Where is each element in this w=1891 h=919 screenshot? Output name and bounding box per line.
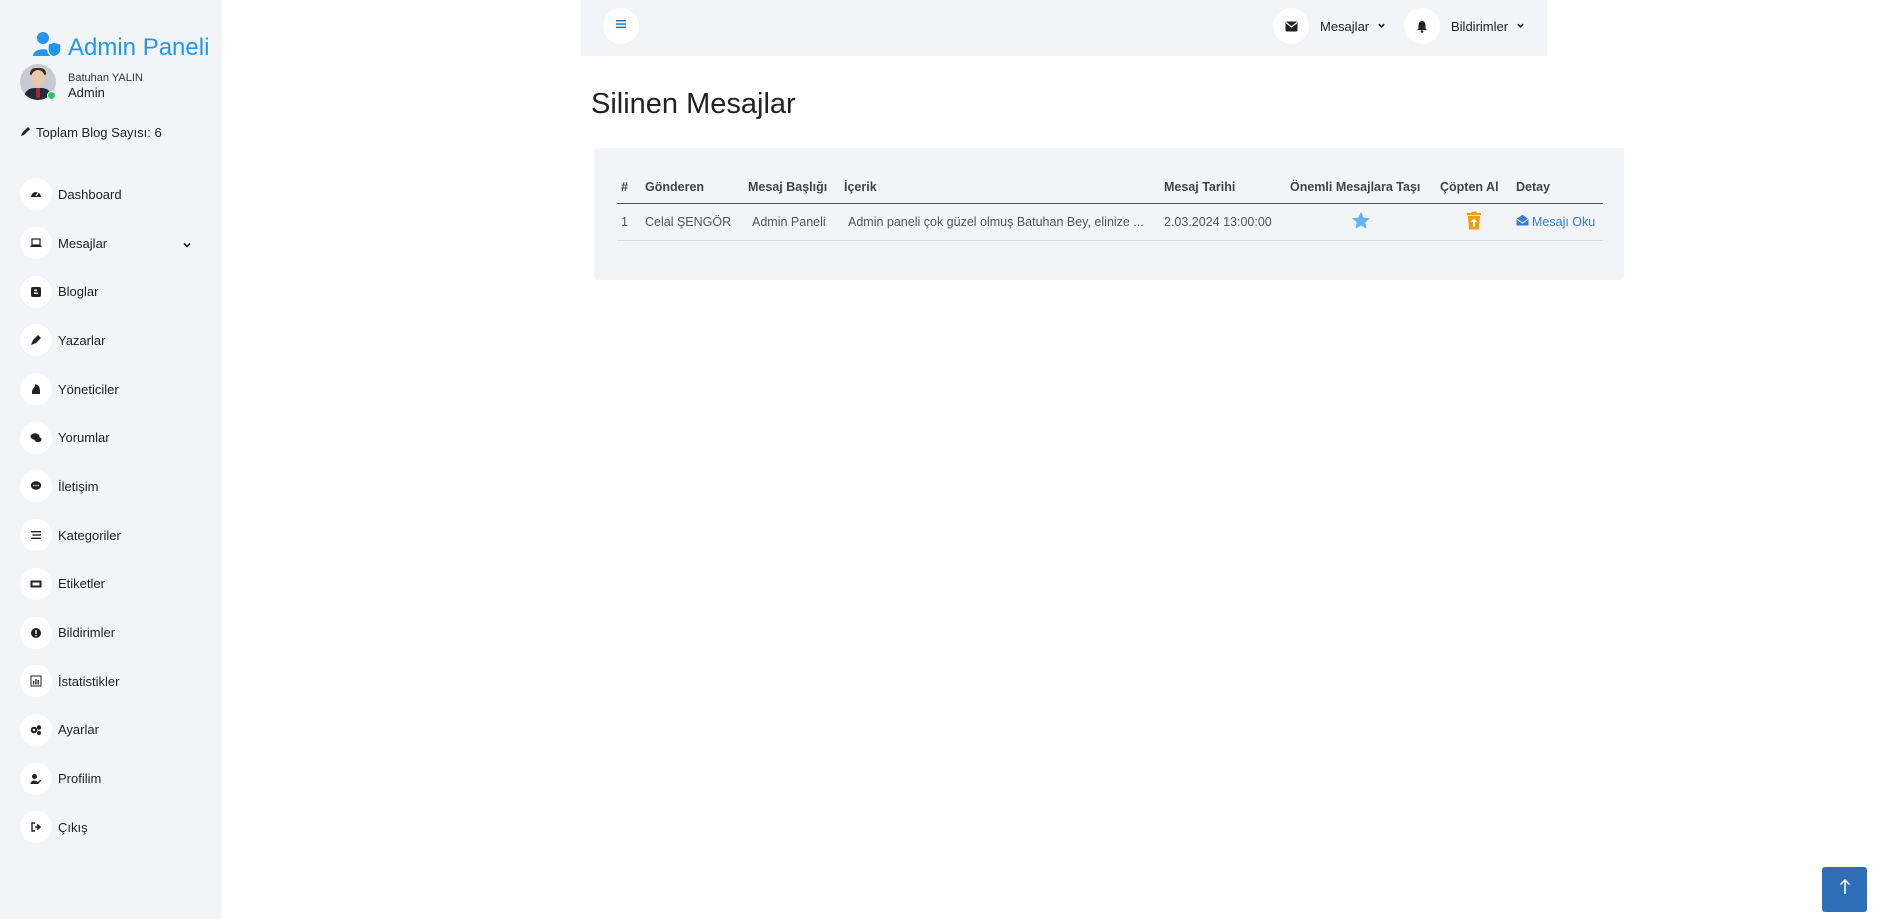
gears-icon <box>20 713 52 746</box>
chevron-down-icon[interactable] <box>182 237 192 248</box>
page-title: Silinen Mesajlar <box>591 88 796 120</box>
online-status-dot <box>47 91 56 100</box>
pen-icon <box>20 324 52 357</box>
row-subject: Admin Paneli <box>744 203 840 241</box>
sidebar-item-ayarlar[interactable]: Ayarlar <box>20 706 192 755</box>
user-edit-icon <box>20 762 52 795</box>
chess-knight-icon <box>20 373 52 406</box>
sidebar-item-bloglar[interactable]: Bloglar <box>20 267 192 316</box>
sign-out-icon <box>20 811 52 844</box>
arrow-up-icon <box>1838 878 1852 900</box>
restore-cell <box>1436 203 1512 241</box>
sidebar-item-label: İstatistikler <box>58 673 120 689</box>
user-name: Batuhan YALIN <box>68 72 143 84</box>
sidebar-item-dashboard[interactable]: Dashboard <box>20 170 192 219</box>
envelope-open-icon <box>1516 214 1529 229</box>
scroll-to-top-button[interactable] <box>1822 867 1867 912</box>
user-shield-icon <box>32 30 62 65</box>
blog-count: Toplam Blog Sayısı: 6 <box>20 125 162 140</box>
table-row: 1 Celal ŞENGÖR Admin Paneli Admin paneli… <box>617 203 1603 241</box>
sidebar-item-label: Ayarlar <box>58 722 99 738</box>
sidebar-item-yorumlar[interactable]: Yorumlar <box>20 413 192 462</box>
row-date: 2.03.2024 13:00:00 <box>1160 203 1286 241</box>
deleted-messages-table: # Gönderen Mesaj Başlığı İçerik Mesaj Ta… <box>617 172 1603 241</box>
sidebar-item-label: İletişim <box>58 478 99 494</box>
sidebar-item-label: Çıkış <box>58 819 88 835</box>
notifications-label: Bildirimler <box>1451 18 1509 34</box>
sidebar: Admin Paneli Batuhan YALIN Admin Toplam … <box>0 0 222 919</box>
sidebar-item-mesajlar[interactable]: Mesajlar <box>20 219 192 268</box>
read-message-label: Mesajı Oku <box>1532 214 1596 229</box>
messages-dropdown[interactable]: Mesajlar <box>1273 8 1386 44</box>
sidebar-item-profilim[interactable]: Profilim <box>20 754 192 803</box>
trash-restore-icon[interactable] <box>1466 211 1482 233</box>
user-profile: Batuhan YALIN Admin <box>20 64 143 100</box>
chevron-down-icon <box>1377 17 1386 35</box>
envelope-icon <box>1273 8 1309 44</box>
sidebar-item-yoneticiler[interactable]: Yöneticiler <box>20 365 192 414</box>
top-navbar: Mesajlar Bildirimler <box>581 0 1547 56</box>
detail-cell: Mesajı Oku <box>1512 203 1603 241</box>
dashboard-icon <box>20 178 52 211</box>
sidebar-nav: Dashboard Mesajlar Bloglar Yazarlar Yöne… <box>20 170 192 852</box>
column-header: Mesaj Başlığı <box>744 172 840 204</box>
sidebar-item-label: Yöneticiler <box>58 381 119 397</box>
menu-toggle-button[interactable] <box>603 8 639 44</box>
sidebar-item-iletisim[interactable]: İletişim <box>20 462 192 511</box>
blogger-icon <box>20 275 52 308</box>
chevron-down-icon <box>1516 17 1525 35</box>
move-to-important-cell <box>1286 203 1436 241</box>
bell-icon <box>1404 8 1440 44</box>
sidebar-item-label: Etiketler <box>58 576 105 592</box>
sidebar-item-label: Profilim <box>58 771 102 787</box>
sidebar-item-bildirimler[interactable]: Bildirimler <box>20 608 192 657</box>
column-header: Mesaj Tarihi <box>1160 172 1286 204</box>
read-message-link[interactable]: Mesajı Oku <box>1516 214 1595 229</box>
brand[interactable]: Admin Paneli <box>32 30 209 65</box>
sidebar-item-istatistikler[interactable]: İstatistikler <box>20 657 192 706</box>
chart-icon <box>20 665 52 698</box>
alert-icon <box>20 616 52 649</box>
table-header-row: # Gönderen Mesaj Başlığı İçerik Mesaj Ta… <box>617 172 1603 204</box>
pencil-icon <box>20 125 32 140</box>
column-header: Detay <box>1512 172 1603 204</box>
laptop-icon <box>20 227 52 260</box>
comments-icon <box>20 421 52 454</box>
brand-title: Admin Paneli <box>68 33 210 61</box>
sidebar-item-label: Yazarlar <box>58 332 106 348</box>
sidebar-item-etiketler[interactable]: Etiketler <box>20 560 192 609</box>
tag-icon <box>20 567 52 600</box>
column-header: # <box>617 172 641 204</box>
sidebar-item-label: Bloglar <box>58 284 99 300</box>
list-icon <box>20 519 52 552</box>
sidebar-item-label: Kategoriler <box>58 527 121 543</box>
messages-card: # Gönderen Mesaj Başlığı İçerik Mesaj Ta… <box>594 148 1624 280</box>
messages-label: Mesajlar <box>1320 18 1370 34</box>
sidebar-item-label: Bildirimler <box>58 625 116 641</box>
star-icon[interactable] <box>1351 211 1371 233</box>
column-header: İçerik <box>840 172 1160 204</box>
notifications-dropdown[interactable]: Bildirimler <box>1404 8 1525 44</box>
row-sender: Celal ŞENGÖR <box>641 203 744 241</box>
sidebar-item-label: Yorumlar <box>58 430 110 446</box>
message-icon <box>20 470 52 503</box>
sidebar-item-cikis[interactable]: Çıkış <box>20 803 192 852</box>
row-number: 1 <box>617 203 641 241</box>
sidebar-item-kategoriler[interactable]: Kategoriler <box>20 511 192 560</box>
row-content: Admin paneli çok güzel olmuş Batuhan Bey… <box>840 203 1160 241</box>
column-header: Önemli Mesajlara Taşı <box>1286 172 1436 204</box>
sidebar-item-label: Dashboard <box>58 186 122 202</box>
sidebar-item-yazarlar[interactable]: Yazarlar <box>20 316 192 365</box>
column-header: Çöpten Al <box>1436 172 1512 204</box>
hamburger-icon <box>615 17 627 35</box>
column-header: Gönderen <box>641 172 744 204</box>
blog-count-text: Toplam Blog Sayısı: 6 <box>36 125 162 140</box>
sidebar-item-label: Mesajlar <box>58 235 108 251</box>
user-role: Admin <box>68 85 105 100</box>
